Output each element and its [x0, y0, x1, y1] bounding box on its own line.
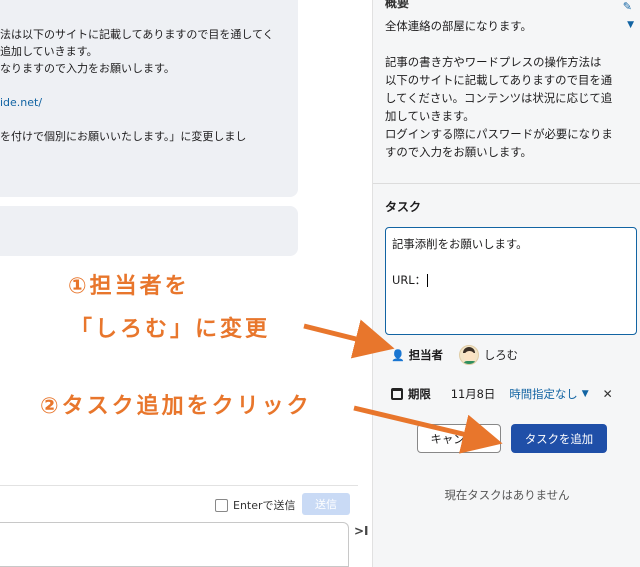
overview-line: 記事の書き方やワードプレスの操作方法は — [385, 55, 602, 69]
enter-to-send-option[interactable]: Enterで送信 — [215, 497, 296, 513]
overview-line: すので入力をお願いします。 — [385, 145, 532, 159]
overview-line: 以下のサイトに記載してありますので目を通 — [385, 73, 613, 87]
task-section-title: タスク — [385, 200, 422, 214]
overview-title: 概要 — [385, 0, 410, 10]
assignee-name[interactable]: しろむ — [484, 347, 518, 363]
avatar[interactable] — [458, 345, 479, 365]
message-line: 法は以下のサイトに記載してありますので目を通してく — [0, 28, 274, 41]
message-line — [0, 111, 290, 128]
overview-line — [385, 35, 631, 53]
message-line: なりますので入力をお願いします。 — [0, 62, 175, 75]
close-icon[interactable]: ✕ — [603, 387, 613, 401]
text-cursor — [427, 274, 428, 287]
task-description-input[interactable]: 記事添削をお願いします。 URL： — [385, 227, 637, 335]
message-input[interactable] — [0, 522, 349, 567]
section-divider — [373, 183, 640, 184]
message-bubble: 法は以下のサイトに記載してありますので目を通してく 追加していきます。 なります… — [0, 0, 298, 197]
annotation-step2: ②タスク追加をクリック — [40, 394, 312, 419]
send-button[interactable]: 送信 — [302, 493, 350, 515]
overview-text: 全体連絡の部屋になります。 記事の書き方やワードプレスの操作方法は 以下のサイト… — [385, 17, 631, 161]
message-bubble-2 — [0, 206, 298, 256]
task-url-text: URL： — [392, 273, 426, 287]
message-line: を付けで個別にお願いいたします。」に変更しまし — [0, 130, 247, 143]
overview-line: してください。コンテンツは状況に応じて追 — [385, 91, 613, 105]
enter-to-send-checkbox[interactable] — [215, 498, 228, 512]
due-label: 期限 — [408, 387, 431, 401]
enter-to-send-label: Enterで送信 — [233, 499, 296, 512]
edit-icon[interactable]: ✎ — [623, 0, 632, 13]
message-line: 追加していきます。 — [0, 45, 98, 58]
overview-line: 加していきます。 — [385, 109, 475, 123]
add-task-button[interactable]: タスクを追加 — [511, 424, 607, 453]
calendar-icon — [391, 388, 403, 400]
task-text-line: URL： — [392, 271, 630, 289]
overview-line: 全体連絡の部屋になります。 — [385, 19, 532, 33]
person-icon: 👤 — [391, 348, 405, 362]
collapse-sidebar-icon[interactable]: >I — [354, 524, 369, 538]
annotation-step1-line2: 「しろむ」に変更 — [70, 317, 271, 342]
cancel-button[interactable]: キャンセル — [417, 424, 501, 453]
assignee-row[interactable]: 👤 担当者 しろむ — [391, 345, 518, 365]
annotation-step1-line1: ①担当者を — [68, 274, 190, 299]
assignee-label: 担当者 — [408, 348, 443, 362]
time-select[interactable]: 時間指定なし — [509, 386, 577, 402]
message-link[interactable]: ide.net/ — [0, 94, 290, 111]
due-date-row: 期限 11月8日 時間指定なし ▼ ✕ — [391, 384, 613, 404]
message-line — [0, 77, 290, 94]
task-text-line: 記事添削をお願いします。 — [392, 237, 528, 251]
overview-line: ログインする際にパスワードが必要になりま — [385, 127, 613, 141]
due-date-picker[interactable]: 11月8日 — [451, 386, 496, 402]
room-info-sidebar: 概要 ✎ ▼ 全体連絡の部屋になります。 記事の書き方やワードプレスの操作方法は… — [372, 0, 640, 567]
chevron-down-icon[interactable]: ▼ — [582, 389, 589, 399]
empty-task-message: 現在タスクはありません — [444, 488, 570, 502]
task-text-line — [392, 253, 630, 271]
